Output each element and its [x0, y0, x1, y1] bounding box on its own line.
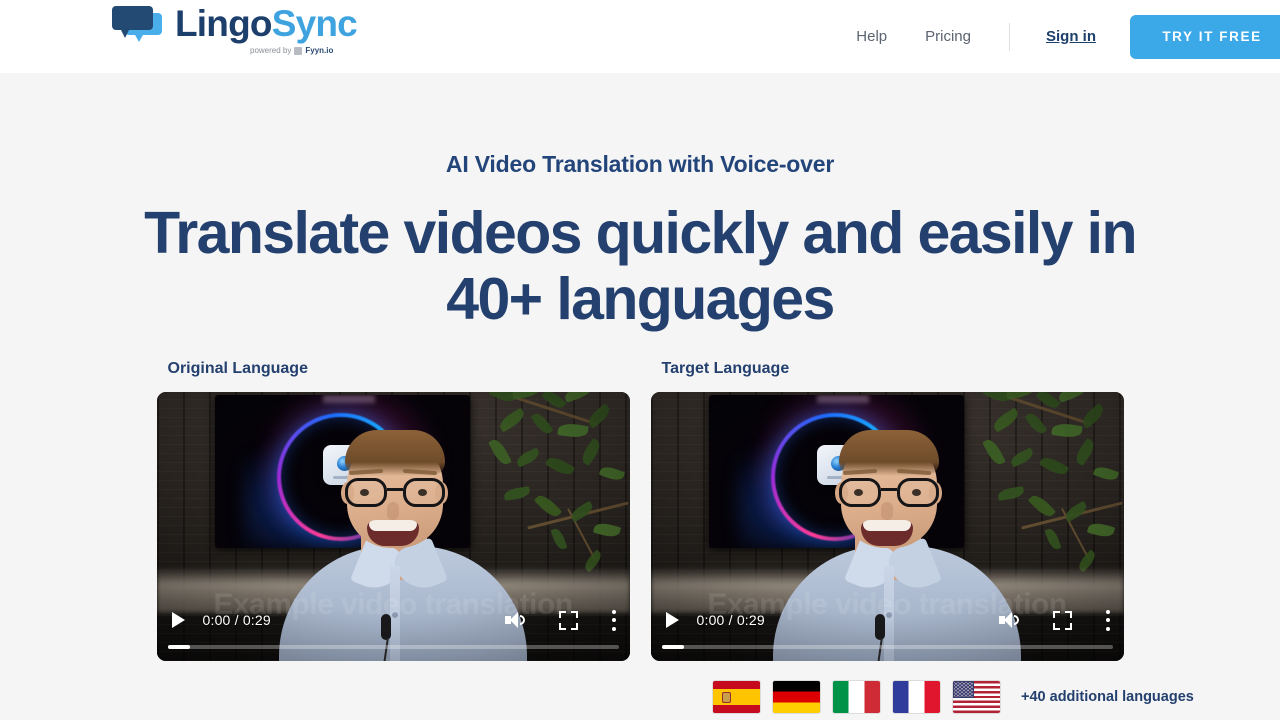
hero-eyebrow: AI Video Translation with Voice-over	[445, 151, 835, 177]
video-controls-target: 0:00 / 0:29	[651, 599, 1124, 661]
video-controls-original: 0:00 / 0:29	[157, 599, 630, 661]
logo-row: LingoSync	[112, 3, 358, 44]
additional-languages-note: +40 additional languages	[1021, 689, 1194, 705]
nose	[386, 502, 399, 520]
progress-fill	[661, 645, 685, 649]
glasses-bridge	[880, 488, 897, 492]
video-player-target[interactable]: Example video translation 0:00 / 0:29	[650, 392, 1124, 661]
more-options-button[interactable]	[1072, 609, 1113, 631]
mouth	[366, 520, 419, 546]
video-player-original[interactable]: Example video translation 0:00 / 0:29	[156, 392, 630, 661]
fullscreen-button[interactable]	[527, 610, 578, 630]
video-label-target: Target Language	[661, 360, 790, 377]
speech-bubbles-icon	[112, 5, 164, 42]
tv-top-accent	[816, 395, 869, 403]
hero-section: AI Video Translation with Voice-over Tra…	[0, 73, 1280, 332]
teeth	[368, 520, 417, 531]
fyyn-brand-label: Fyyn.io	[305, 46, 334, 55]
flag-germany-icon[interactable]	[773, 681, 820, 713]
more-vertical-icon	[1105, 609, 1111, 631]
sign-in-link[interactable]: Sign in	[1046, 28, 1096, 45]
hair	[838, 430, 939, 476]
eye-right	[911, 489, 921, 496]
time-display-original: 0:00 / 0:29	[202, 612, 271, 628]
control-row: 0:00 / 0:29	[168, 607, 619, 633]
play-icon	[171, 612, 185, 628]
powered-by-label: powered by	[250, 46, 292, 55]
page-title: Translate videos quickly and easily in 4…	[144, 200, 1137, 333]
flag-united-states-icon[interactable]	[953, 681, 1000, 713]
nose	[880, 502, 893, 520]
fullscreen-icon	[1052, 610, 1072, 630]
fullscreen-icon	[558, 610, 578, 630]
fullscreen-button[interactable]	[1021, 610, 1072, 630]
eye-right	[417, 489, 427, 496]
volume-button[interactable]	[504, 610, 527, 630]
logo-wordmark: LingoSync	[175, 3, 358, 44]
more-vertical-icon	[611, 609, 617, 631]
flag-france-icon[interactable]	[893, 681, 940, 713]
nav-link-help[interactable]: Help	[856, 28, 887, 45]
nav-link-pricing[interactable]: Pricing	[925, 28, 971, 45]
flag-spain-icon[interactable]	[713, 681, 760, 713]
nav-divider	[1009, 22, 1010, 51]
progress-bar-original[interactable]	[167, 645, 619, 649]
fyyn-logo-icon	[294, 46, 303, 55]
more-options-button[interactable]	[578, 609, 619, 631]
logo-text-sync: Sync	[271, 3, 358, 44]
play-button[interactable]	[168, 612, 185, 628]
speech-bubble-front-icon	[112, 5, 153, 38]
powered-by: powered by Fyyn.io	[250, 46, 333, 55]
tv-top-accent	[322, 395, 375, 403]
glasses-bridge	[386, 488, 403, 492]
progress-bar-target[interactable]	[661, 645, 1113, 649]
language-flags: +40 additional languages	[713, 681, 1194, 713]
video-comparison: Original Language Example video translat…	[0, 360, 1280, 661]
time-display-target: 0:00 / 0:29	[696, 612, 765, 628]
teeth	[862, 520, 911, 531]
site-header: LingoSync powered by Fyyn.io Help Pricin…	[0, 0, 1280, 73]
mouth	[860, 520, 913, 546]
main-nav: Help Pricing Sign in TRY IT FREE	[856, 0, 1280, 73]
eye-left	[853, 489, 863, 496]
flag-italy-icon[interactable]	[833, 681, 880, 713]
eye-left	[359, 489, 369, 496]
try-it-free-button[interactable]: TRY IT FREE	[1130, 14, 1280, 59]
progress-fill	[167, 645, 191, 649]
logo[interactable]: LingoSync powered by Fyyn.io	[112, 3, 358, 55]
volume-icon	[504, 610, 527, 630]
play-button[interactable]	[662, 612, 679, 628]
hair	[344, 430, 445, 476]
volume-button[interactable]	[998, 610, 1021, 630]
video-label-original: Original Language	[167, 360, 308, 377]
logo-text-lingo: Lingo	[175, 3, 272, 44]
video-column-target: Target Language Example video translatio…	[650, 360, 1124, 661]
video-column-original: Original Language Example video translat…	[156, 360, 630, 661]
control-row: 0:00 / 0:29	[662, 607, 1113, 633]
volume-icon	[998, 610, 1021, 630]
play-icon	[665, 612, 679, 628]
